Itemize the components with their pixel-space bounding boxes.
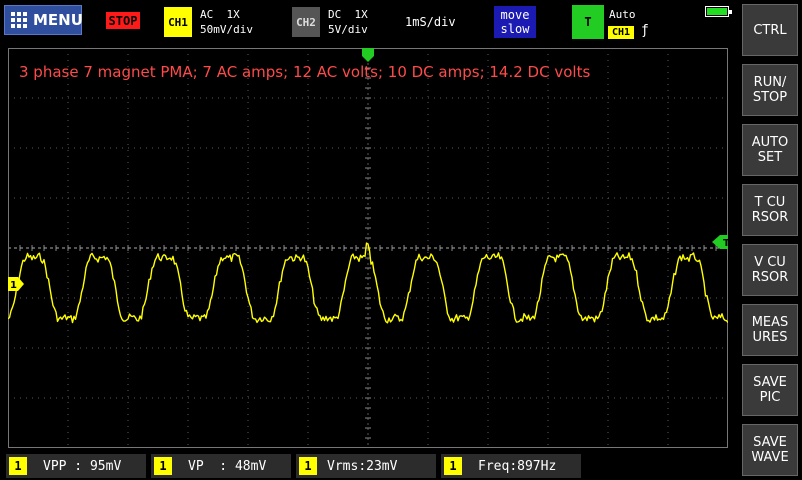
move-speed-button[interactable]: move slow — [494, 6, 536, 38]
top-status-bar: MENU STOP CH1 AC 1X 50mV/div CH2 DC 1X 5… — [0, 0, 738, 44]
measurement-value: 897Hz — [517, 458, 557, 474]
trigger-level-marker[interactable]: T — [712, 235, 728, 249]
ch2-scale: 5V/div — [328, 23, 368, 36]
measurement-channel-badge: 1 — [9, 457, 27, 475]
scope-grid: T 1 — [8, 48, 728, 448]
measurement-vrms[interactable]: 1 Vrms:23mV — [296, 454, 436, 478]
measurement-channel-badge: 1 — [154, 457, 172, 475]
ch1-scale: 50mV/div — [200, 23, 253, 36]
ch1-offset-marker[interactable]: 1 — [8, 277, 24, 291]
side-button-panel: CTRL RUN/ STOP AUTO SET T CU RSOR V CU R… — [740, 0, 802, 480]
measurement-channel-badge: 1 — [444, 457, 462, 475]
move-label: move — [500, 8, 530, 22]
speed-label: slow — [500, 22, 530, 36]
measurement-label: VPP — [43, 458, 67, 474]
menu-label: MENU — [33, 11, 83, 29]
waveform-annotation: 3 phase 7 magnet PMA; 7 AC amps; 12 AC v… — [19, 63, 591, 81]
grid-menu-icon — [11, 12, 27, 28]
ch1-settings[interactable]: CH1 AC 1X 50mV/div — [164, 6, 253, 38]
measurement-vp[interactable]: 1 VP : 48mV — [151, 454, 291, 478]
ch2-badge: CH2 — [292, 7, 320, 37]
auto-set-button[interactable]: AUTO SET — [742, 124, 798, 176]
ch1-waveform-trace — [8, 242, 728, 324]
trigger-button[interactable]: T — [572, 5, 604, 39]
ch1-probe: 1X — [226, 8, 240, 21]
measurement-value: 95mV — [89, 458, 122, 474]
ch2-probe: 1X — [354, 8, 368, 21]
measurement-value: 48mV — [234, 458, 267, 474]
measures-button[interactable]: MEAS URES — [742, 304, 798, 356]
measurement-freq[interactable]: 1 Freq:897Hz — [441, 454, 581, 478]
save-pic-button[interactable]: SAVE PIC — [742, 364, 798, 416]
measurement-bar: 1 VPP : 95mV 1 VP : 48mV 1 Vrms:23mV 1 F… — [0, 452, 738, 480]
time-cursor-button[interactable]: T CU RSOR — [742, 184, 798, 236]
run-state-badge[interactable]: STOP — [106, 12, 140, 29]
timebase-readout[interactable]: 1mS/div — [405, 15, 456, 29]
measurement-label: Vrms — [327, 458, 359, 474]
rising-edge-icon: ƒ — [641, 23, 649, 38]
trigger-level-label: T — [723, 238, 728, 249]
trigger-position-marker[interactable] — [362, 48, 374, 62]
menu-button[interactable]: MENU — [4, 5, 83, 35]
volt-cursor-button[interactable]: V CU RSOR — [742, 244, 798, 296]
ch1-offset-label: 1 — [10, 280, 17, 291]
run-stop-button[interactable]: RUN/ STOP — [742, 64, 798, 116]
save-wave-button[interactable]: SAVE WAVE — [742, 424, 798, 476]
trigger-mode: Auto — [609, 8, 636, 21]
battery-icon — [705, 6, 732, 17]
ch1-coupling: AC — [200, 8, 214, 21]
ctrl-button[interactable]: CTRL — [742, 4, 798, 56]
measurement-vpp[interactable]: 1 VPP : 95mV — [6, 454, 146, 478]
trigger-source-badge: CH1 — [608, 26, 634, 39]
measurement-label: Freq — [478, 458, 510, 474]
graticule — [8, 48, 728, 448]
measurement-label: VP — [188, 458, 204, 474]
waveform-display[interactable]: T 1 3 phase 7 magnet PMA; 7 AC amps; 12 … — [8, 48, 728, 448]
measurement-value: 23mV — [366, 458, 398, 474]
measurement-channel-badge: 1 — [299, 457, 317, 475]
ch1-badge: CH1 — [164, 7, 192, 37]
ch2-coupling: DC — [328, 8, 342, 21]
ch2-settings[interactable]: CH2 DC 1X 5V/div — [292, 6, 368, 38]
